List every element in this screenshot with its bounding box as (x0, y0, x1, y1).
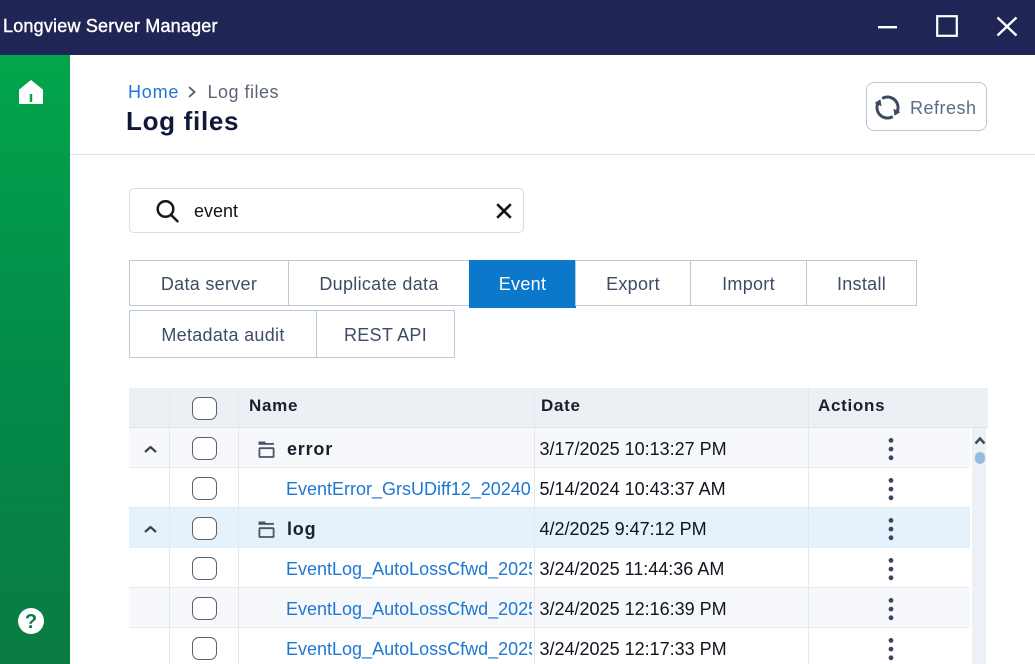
svg-text:?: ? (25, 611, 37, 633)
